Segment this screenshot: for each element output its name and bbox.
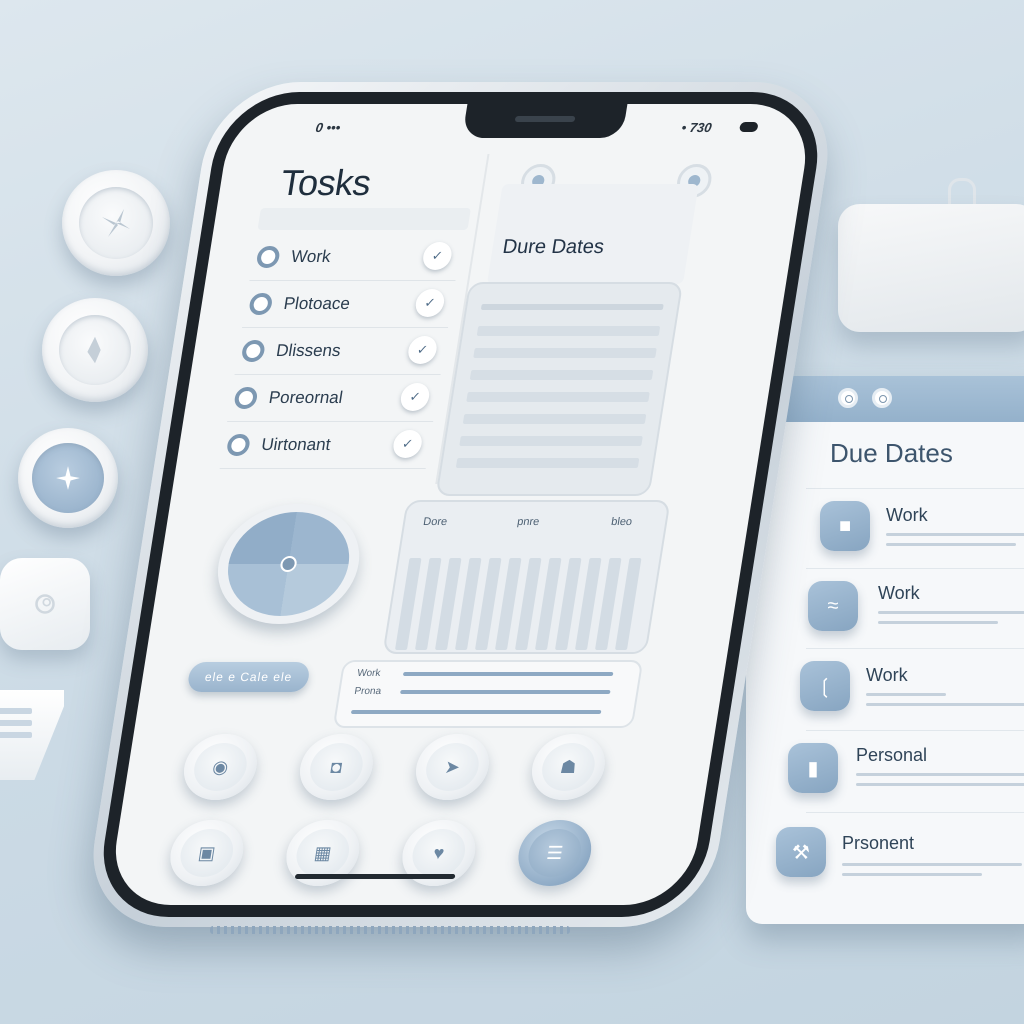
tasks-title: Tosks — [277, 162, 374, 203]
line-item-label: Prona — [353, 686, 382, 697]
eye-icon: ◉ — [190, 743, 251, 791]
task-item-work[interactable]: Work ✓ — [249, 234, 463, 281]
tag-widget[interactable] — [838, 204, 1024, 332]
panel-window-dot-2[interactable] — [872, 388, 892, 408]
panel-row[interactable]: ■ Work — [806, 488, 1024, 563]
panel-row[interactable]: ▮ Personal — [788, 730, 1024, 805]
panel-row[interactable]: ⚒ Prsonent — [776, 812, 1024, 887]
task-item-plotoace[interactable]: Plotoace ✓ — [241, 281, 456, 328]
task-item-uirtonant[interactable]: Uirtonant ✓ — [219, 422, 434, 469]
menu-icon: ☰ — [525, 829, 585, 877]
due-dates-list-card[interactable] — [435, 282, 684, 496]
status-right: • 730 — [680, 120, 713, 135]
deco-stand — [0, 690, 64, 780]
task-item-dlissens[interactable]: Dlissens ✓ — [234, 328, 448, 375]
phone-speaker-grille — [210, 926, 570, 934]
task-bullet-icon — [225, 434, 252, 456]
control-button[interactable]: ◘ — [295, 734, 378, 800]
cursor-icon: ➤ — [422, 743, 483, 791]
battery-icon — [738, 122, 759, 132]
schedule-grid-card[interactable]: Dore pnre bleo — [382, 500, 671, 654]
progress-lines-card[interactable]: Work Prona — [332, 660, 644, 728]
panel-row[interactable]: ❲ Work — [800, 648, 1024, 723]
panel-title: Due Dates — [830, 438, 953, 468]
control-button[interactable]: ➤ — [411, 734, 494, 800]
panel-row-label: Personal — [856, 745, 928, 765]
swirl-icon — [35, 594, 55, 614]
task-bullet-icon — [248, 293, 274, 315]
panel-row-label: Work — [878, 583, 920, 603]
date-pill-button[interactable]: ele e Cale ele — [186, 662, 312, 692]
check-icon[interactable]: ✓ — [421, 242, 454, 270]
flower-icon — [102, 209, 130, 237]
bracket-icon: ❲ — [800, 661, 850, 711]
check-icon[interactable]: ✓ — [413, 289, 447, 317]
chair-icon: ☗ — [538, 743, 599, 791]
sparkle-icon — [56, 466, 80, 490]
deco-round-button-3[interactable] — [18, 428, 118, 528]
phone-device: 0 ••• • 730 Tosks Work ✓ Plotoace ✓ Dlis… — [81, 82, 840, 927]
line-item-label: Work — [356, 668, 382, 679]
task-label: Work — [289, 247, 333, 266]
tool-icon: ⚒ — [776, 827, 826, 877]
column-label: pnre — [516, 516, 541, 528]
task-bullet-icon — [255, 246, 281, 268]
panel-row-label: Prsonent — [842, 833, 915, 853]
due-dates-panel: Due Dates ■ Work ≈ Work ❲ Work ▮ Persona… — [746, 376, 1024, 924]
column-label: bleo — [610, 516, 633, 528]
panel-row-label: Work — [886, 505, 928, 525]
task-label: Plotoace — [282, 294, 352, 313]
chat-icon: ◘ — [306, 743, 367, 791]
heart-icon: ♥ — [409, 829, 469, 877]
book-icon: ▣ — [177, 829, 237, 877]
bar-icon: ▮ — [788, 743, 838, 793]
wave-icon: ≈ — [808, 581, 858, 631]
square-icon: ■ — [820, 501, 870, 551]
box-icon: ▦ — [293, 829, 353, 877]
check-icon[interactable]: ✓ — [398, 383, 432, 411]
control-button[interactable]: ☗ — [527, 734, 610, 800]
deco-round-button-2[interactable] — [42, 298, 148, 402]
panel-window-dot-1[interactable] — [838, 388, 858, 408]
phone-notch — [462, 104, 628, 138]
task-label: Uirtonant — [259, 435, 332, 454]
task-bullet-icon — [233, 387, 259, 409]
check-icon[interactable]: ✓ — [406, 336, 439, 364]
task-label: Poreornal — [267, 388, 345, 407]
pie-chart-widget[interactable] — [209, 504, 369, 624]
control-button[interactable]: ◉ — [179, 734, 262, 800]
task-bullet-icon — [240, 340, 267, 362]
deco-round-button-1[interactable] — [62, 170, 170, 276]
panel-row[interactable]: ≈ Work — [806, 568, 1024, 643]
column-label: Dore — [422, 516, 449, 528]
home-indicator[interactable] — [294, 874, 456, 879]
tasks-header-bar — [257, 208, 471, 230]
star-icon — [87, 336, 101, 364]
task-item-poreornal[interactable]: Poreornal ✓ — [227, 375, 441, 422]
status-left: 0 ••• — [314, 120, 342, 135]
control-button[interactable]: ▣ — [165, 820, 249, 886]
due-dates-title: Dure Dates — [501, 236, 606, 258]
task-label: Dlissens — [274, 341, 343, 360]
deco-square-button[interactable] — [0, 558, 90, 650]
menu-button[interactable]: ☰ — [513, 820, 597, 886]
due-dates-card — [486, 184, 699, 284]
check-icon[interactable]: ✓ — [391, 430, 424, 458]
panel-row-label: Work — [866, 665, 908, 685]
